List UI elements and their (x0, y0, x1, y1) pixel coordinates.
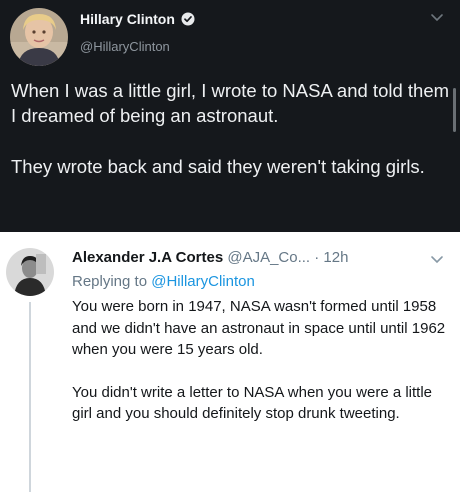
reply-tweet-paragraph: You were born in 1947, NASA wasn't forme… (72, 298, 446, 358)
chevron-down-icon[interactable] (430, 255, 444, 265)
original-tweet-paragraph: They wrote back and said they weren't ta… (11, 156, 425, 177)
scrollbar-thumb[interactable] (453, 88, 456, 132)
original-author-avatar[interactable] (10, 8, 68, 66)
replying-to-line: Replying to @HillaryClinton (72, 273, 255, 290)
reply-tweet-text: You were born in 1947, NASA wasn't forme… (72, 296, 450, 425)
reply-tweet: Alexander J.A Cortes @AJA_Co... · 12h Re… (0, 232, 460, 499)
original-tweet-paragraph: When I was a little girl, I wrote to NAS… (11, 80, 450, 126)
chevron-down-icon[interactable] (430, 13, 444, 23)
original-author-name[interactable]: Hillary Clinton (80, 11, 175, 27)
reply-header: Alexander J.A Cortes @AJA_Co... · 12h (72, 249, 348, 266)
reply-author-name[interactable]: Alexander J.A Cortes (72, 249, 223, 266)
original-tweet-text: When I was a little girl, I wrote to NAS… (11, 78, 451, 179)
replying-to-label: Replying to (72, 273, 148, 290)
replying-to-mention-link[interactable]: @HillaryClinton (151, 273, 255, 290)
reply-handle-time[interactable]: @AJA_Co... · 12h (227, 249, 348, 266)
original-tweet: Hillary Clinton @HillaryClinton When I w… (0, 0, 460, 232)
reply-tweet-paragraph: You didn't write a letter to NASA when y… (72, 383, 433, 423)
original-author-name-row[interactable]: Hillary Clinton (80, 11, 195, 27)
original-author-handle[interactable]: @HillaryClinton (80, 39, 170, 54)
reply-author-avatar[interactable] (6, 248, 54, 296)
thread-line (29, 302, 31, 492)
verified-badge-icon (181, 12, 195, 26)
